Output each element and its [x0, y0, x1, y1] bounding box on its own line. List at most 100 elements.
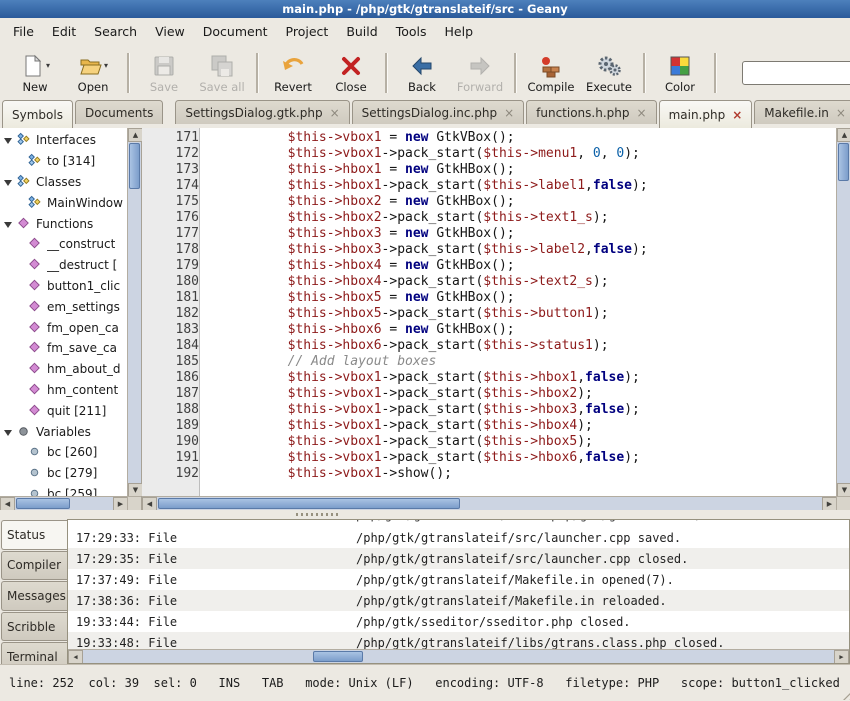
tree-item[interactable]: em_settings [0, 296, 128, 317]
messages-hscrollbar[interactable]: ◀ ▶ [68, 649, 849, 663]
sidebar-vscroll-trough[interactable] [128, 142, 141, 483]
editor-hscroll-thumb[interactable] [158, 498, 460, 509]
code-line[interactable]: 172 $this->vbox1->pack_start($this->menu… [142, 146, 837, 162]
tree-item[interactable]: hm_about_d [0, 359, 128, 380]
tree-item[interactable]: bc [259] [0, 484, 128, 497]
tree-item[interactable]: fm_save_ca [0, 338, 128, 359]
menu-project[interactable]: Project [277, 20, 338, 43]
sidebar-hscrollbar[interactable]: ◀ ▶ [0, 496, 128, 510]
expander-icon[interactable] [4, 138, 12, 148]
code-line[interactable]: 171 $this->vbox1 = new GtkVBox(); [142, 130, 837, 146]
tree-item[interactable]: to [314] [0, 151, 128, 172]
new-button[interactable]: ▾New [6, 51, 64, 96]
document-tab[interactable]: SettingsDialog.inc.php× [352, 100, 525, 124]
code-line[interactable]: 177 $this->hbox3 = new GtkHBox(); [142, 226, 837, 242]
document-tab[interactable]: functions.h.php× [526, 100, 656, 124]
bottom-tab-scribble[interactable]: Scribble [1, 612, 67, 642]
sidebar-vscrollbar[interactable]: ▲ ▼ [127, 128, 141, 497]
expander-icon[interactable] [4, 430, 12, 440]
menu-tools[interactable]: Tools [387, 20, 436, 43]
editor-hscroll-trough[interactable] [157, 497, 822, 510]
tree-item[interactable]: quit [211] [0, 400, 128, 421]
goto-entry[interactable] [742, 61, 850, 85]
close-tab-icon[interactable]: × [732, 109, 742, 121]
color-button[interactable]: Color [651, 51, 709, 96]
message-row[interactable]: 17:37:49: File/php/gtk/gtranslateif/Make… [68, 569, 849, 590]
menu-document[interactable]: Document [194, 20, 277, 43]
scroll-up-icon[interactable]: ▲ [837, 128, 850, 142]
sidebar-tab-documents[interactable]: Documents [75, 100, 163, 124]
sidebar-tab-symbols[interactable]: Symbols [2, 100, 73, 128]
bottom-tab-compiler[interactable]: Compiler [1, 551, 67, 581]
editor-vscroll-thumb[interactable] [838, 143, 849, 181]
tree-item[interactable]: Classes [0, 172, 128, 193]
code-line[interactable]: 183 $this->hbox6 = new GtkHBox(); [142, 322, 837, 338]
close-button[interactable]: Close [322, 51, 380, 96]
code-line[interactable]: 185 // Add layout boxes [142, 354, 837, 370]
scroll-right-icon[interactable]: ▶ [834, 650, 849, 664]
open-button[interactable]: ▾Open [64, 51, 122, 96]
messages-hscroll-trough[interactable] [83, 650, 834, 663]
code-line[interactable]: 184 $this->hbox6->pack_start($this->stat… [142, 338, 837, 354]
code-line[interactable]: 180 $this->hbox4->pack_start($this->text… [142, 274, 837, 290]
scroll-left-icon[interactable]: ◀ [0, 497, 15, 511]
sidebar-vscroll-thumb[interactable] [129, 143, 140, 189]
tree-item[interactable]: bc [260] [0, 442, 128, 463]
bottom-tab-messages[interactable]: Messages [1, 581, 67, 611]
open-dropdown-arrow-icon[interactable]: ▾ [104, 61, 108, 70]
code-line[interactable]: 178 $this->hbox3->pack_start($this->labe… [142, 242, 837, 258]
tree-item[interactable]: Interfaces [0, 130, 128, 151]
sidebar-hscroll-thumb[interactable] [16, 498, 70, 509]
code-line[interactable]: 175 $this->hbox2 = new GtkHBox(); [142, 194, 837, 210]
menu-help[interactable]: Help [436, 20, 483, 43]
close-tab-icon[interactable]: × [504, 107, 514, 119]
tree-item[interactable]: bc [279] [0, 463, 128, 484]
code-line[interactable]: 176 $this->hbox2->pack_start($this->text… [142, 210, 837, 226]
tree-item[interactable]: __destruct [ [0, 255, 128, 276]
splitter-grip-icon[interactable] [296, 513, 340, 516]
new-dropdown-arrow-icon[interactable]: ▾ [46, 61, 50, 70]
expander-icon[interactable] [4, 222, 12, 232]
code-line[interactable]: 191 $this->vbox1->pack_start($this->hbox… [142, 450, 837, 466]
menu-file[interactable]: File [4, 20, 43, 43]
code-line[interactable]: 179 $this->hbox4 = new GtkHBox(); [142, 258, 837, 274]
editor[interactable]: 171 $this->vbox1 = new GtkVBox();172 $th… [142, 128, 850, 510]
menu-search[interactable]: Search [85, 20, 146, 43]
document-tab[interactable]: main.php× [659, 100, 753, 128]
editor-vscroll-trough[interactable] [837, 142, 850, 483]
scroll-down-icon[interactable]: ▼ [128, 483, 143, 497]
code-line[interactable]: 181 $this->hbox5 = new GtkHBox(); [142, 290, 837, 306]
revert-button[interactable]: Revert [264, 51, 322, 96]
messages-hscroll-thumb[interactable] [313, 651, 363, 662]
message-row[interactable]: 17:29:33: File/php/gtk/gtranslateif/src/… [68, 527, 849, 548]
tree-item[interactable]: Functions [0, 213, 128, 234]
tree-item[interactable]: MainWindow [0, 192, 128, 213]
code-line[interactable]: 182 $this->hbox5->pack_start($this->butt… [142, 306, 837, 322]
tree-item[interactable]: Variables [0, 421, 128, 442]
code-line[interactable]: 188 $this->vbox1->pack_start($this->hbox… [142, 402, 837, 418]
document-tab[interactable]: Makefile.in× [754, 100, 850, 124]
code-line[interactable]: 190 $this->vbox1->pack_start($this->hbox… [142, 434, 837, 450]
code-line[interactable]: 189 $this->vbox1->pack_start($this->hbox… [142, 418, 837, 434]
message-row[interactable]: 17:29:35: File/php/gtk/gtranslateif/src/… [68, 548, 849, 569]
back-button[interactable]: Back [393, 51, 451, 96]
execute-button[interactable]: Execute [580, 51, 638, 96]
menu-view[interactable]: View [146, 20, 194, 43]
menu-edit[interactable]: Edit [43, 20, 85, 43]
code-line[interactable]: 174 $this->hbox1->pack_start($this->labe… [142, 178, 837, 194]
scroll-left-icon[interactable]: ◀ [68, 650, 83, 664]
message-row[interactable]: 17:38:36: File/php/gtk/gtranslateif/Make… [68, 590, 849, 611]
menu-build[interactable]: Build [337, 20, 386, 43]
tree-item[interactable]: fm_open_ca [0, 317, 128, 338]
code-line[interactable]: 173 $this->hbox1 = new GtkHBox(); [142, 162, 837, 178]
close-tab-icon[interactable]: × [330, 107, 340, 119]
tree-item[interactable]: button1_clic [0, 276, 128, 297]
close-tab-icon[interactable]: × [836, 107, 846, 119]
scroll-right-icon[interactable]: ▶ [113, 497, 128, 511]
expander-icon[interactable] [4, 180, 12, 190]
resize-grip[interactable] [843, 685, 850, 700]
scroll-down-icon[interactable]: ▼ [837, 483, 850, 497]
code-line[interactable]: 186 $this->vbox1->pack_start($this->hbox… [142, 370, 837, 386]
code-area[interactable]: 171 $this->vbox1 = new GtkVBox();172 $th… [142, 130, 837, 497]
editor-vscrollbar[interactable]: ▲ ▼ [836, 128, 850, 497]
